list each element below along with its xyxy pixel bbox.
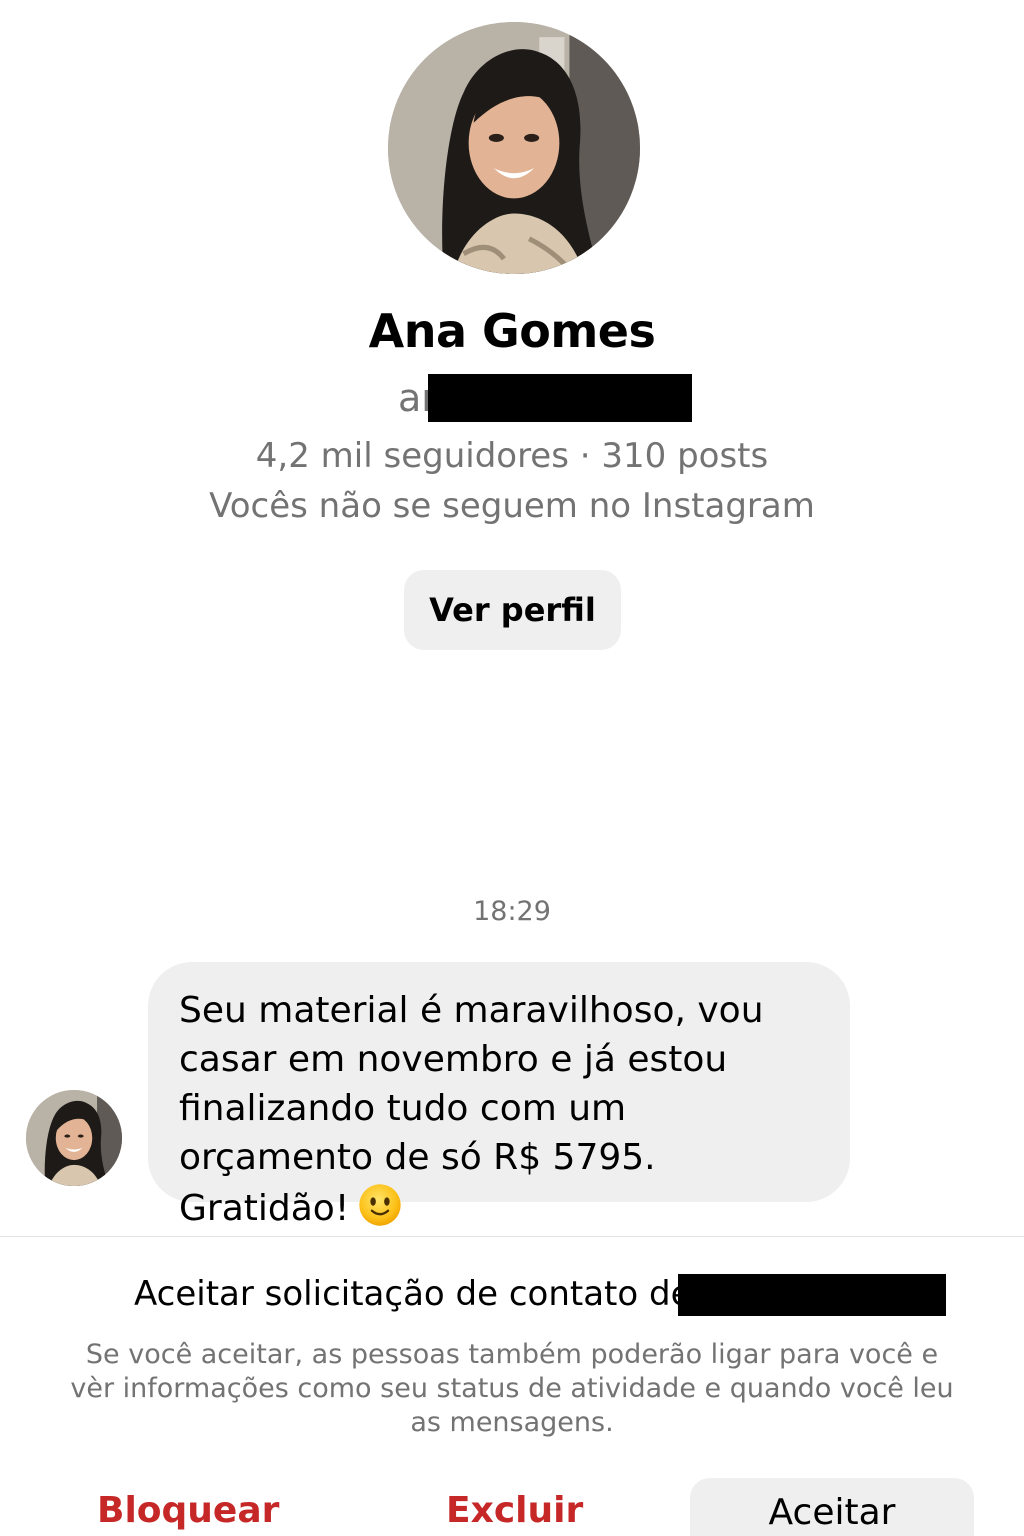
request-title: Aceitar solicitação de contato de (134, 1274, 692, 1314)
accept-button[interactable]: Aceitar (690, 1478, 974, 1536)
request-title-row: Aceitar solicitação de contato de (134, 1274, 954, 1316)
username-redaction-bar (428, 374, 692, 422)
slightly-smiling-face-icon (359, 1184, 401, 1226)
profile-stats: 4,2 mil seguidores · 310 posts (255, 436, 769, 476)
profile-name: Ana Gomes (368, 304, 656, 358)
profile-avatar[interactable] (388, 22, 640, 274)
message-request-screen: Ana Gomes ar 4,2 mil seguidores · 310 po… (0, 0, 1024, 1536)
profile-photo-icon (388, 22, 640, 274)
message-timestamp: 18:29 (473, 896, 551, 927)
message-bubble[interactable]: Seu material é maravilhoso, vou casar em… (148, 962, 850, 1229)
sender-photo-icon (26, 1090, 122, 1186)
message-text: Seu material é maravilhoso, vou casar em… (179, 990, 764, 1229)
section-divider (0, 1236, 1024, 1237)
follow-status: Vocês não se seguem no Instagram (209, 486, 815, 526)
sender-avatar[interactable] (26, 1090, 122, 1186)
request-explanation: Se você aceitar, as pessoas também poder… (70, 1339, 954, 1438)
block-button[interactable]: Bloquear (97, 1490, 279, 1531)
delete-button[interactable]: Excluir (446, 1490, 583, 1531)
view-profile-button[interactable]: Ver perfil (404, 570, 621, 650)
requester-redaction-bar (678, 1274, 946, 1316)
